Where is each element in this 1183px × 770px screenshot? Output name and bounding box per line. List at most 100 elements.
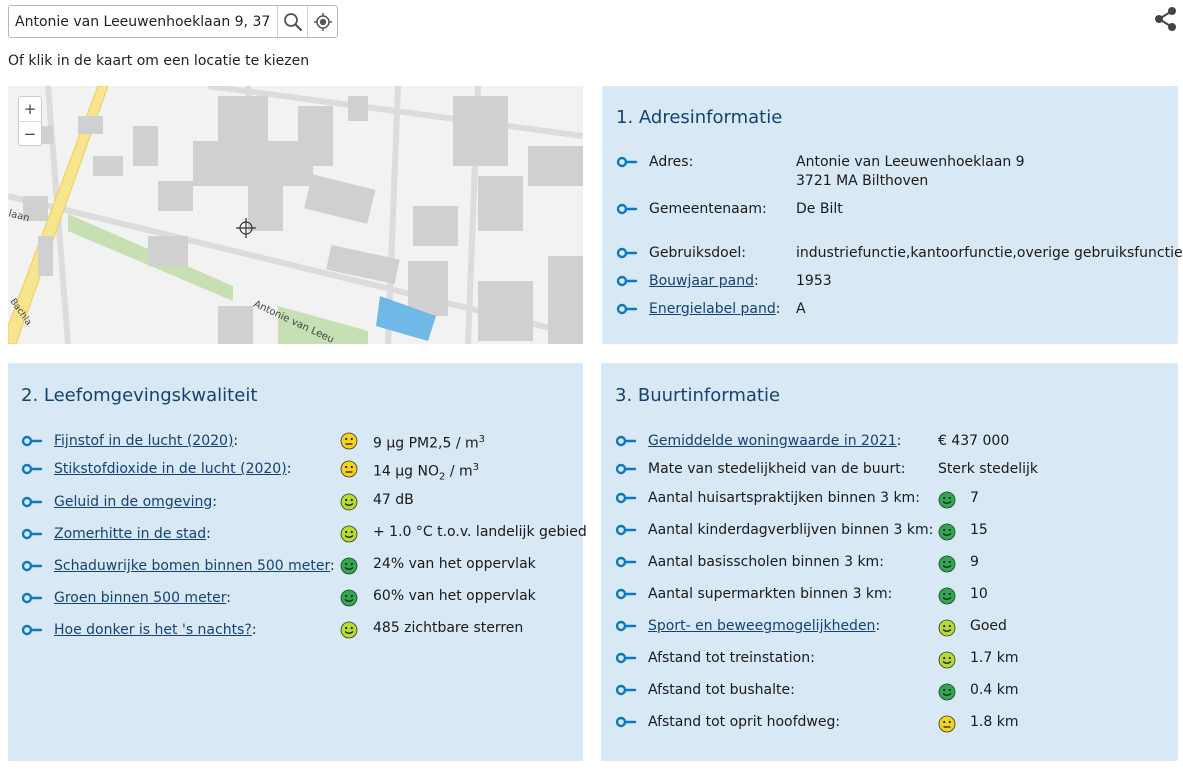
- row-value: Goed: [970, 617, 1007, 636]
- row-value: Antonie van Leeuwenhoeklaan 9 3721 MA Bil…: [796, 153, 1025, 191]
- label-suffix: :: [226, 590, 232, 606]
- row-value: 47 dB: [373, 491, 414, 510]
- label-suffix: :: [775, 301, 781, 317]
- smiley-green-icon: [340, 557, 358, 575]
- info-link[interactable]: Sport- en beweegmogelijkheden: [648, 618, 875, 634]
- row-label: Afstand tot treinstation:: [648, 649, 815, 668]
- arrow-bullet-icon: [615, 684, 637, 696]
- row-value: industriefunctie,kantoorfunctie,overige …: [796, 244, 1183, 263]
- value-line: De Bilt: [796, 201, 843, 217]
- arrow-bullet-icon: [615, 588, 637, 600]
- info-link[interactable]: Geluid in de omgeving: [54, 494, 212, 510]
- indicator-row: Fijnstof in de lucht (2020): 9 µg PM2,5 /…: [21, 432, 576, 456]
- value-text: 1.7 km: [970, 650, 1019, 666]
- locate-button[interactable]: [307, 6, 337, 37]
- row-label: Aantal supermarkten binnen 3 km:: [648, 585, 892, 604]
- row-value: A: [796, 300, 806, 319]
- value-line: 1953: [796, 273, 832, 289]
- arrow-bullet-icon: [615, 620, 637, 632]
- label-text: Afstand tot bushalte:: [648, 682, 795, 698]
- label-suffix: :: [251, 622, 257, 638]
- row-value: 1.7 km: [970, 649, 1018, 668]
- row-label: Hoe donker is het 's nachts?:: [54, 621, 257, 640]
- arrow-bullet-icon: [21, 528, 43, 540]
- info-row: Energielabel pand: A: [616, 300, 1166, 340]
- address-info-panel: 1. Adresinformatie Adres: Antonie van Lee…: [602, 86, 1183, 344]
- smiley-lime-icon: [938, 619, 956, 637]
- panel-title: 2. Leefomgevingskwaliteit: [21, 385, 258, 406]
- info-link[interactable]: Gemiddelde woningwaarde in 2021: [648, 433, 897, 449]
- crosshair-icon: [313, 12, 332, 31]
- arrow-bullet-icon: [615, 652, 637, 664]
- smiley-green-icon: [938, 555, 956, 573]
- row-value: 24% van het oppervlak: [373, 555, 536, 574]
- neighbourhood-row: Afstand tot oprit hoofdweg: 1.8 km: [615, 713, 1170, 737]
- row-value: 9 µg PM2,5 / m3: [373, 430, 485, 454]
- panel-title: 3. Buurtinformatie: [615, 385, 781, 406]
- row-label: Bouwjaar pand:: [649, 272, 759, 291]
- row-value: 1953: [796, 272, 832, 291]
- row-label: Aantal huisartspraktijken binnen 3 km:: [648, 489, 920, 508]
- row-label: Schaduwrijke bomen binnen 500 meter:: [54, 557, 335, 576]
- smiley-green-icon: [938, 523, 956, 541]
- info-link[interactable]: Zomerhitte in de stad: [54, 526, 206, 542]
- row-label: Zomerhitte in de stad:: [54, 525, 211, 544]
- smiley-yellow-icon: [938, 715, 956, 733]
- value-text: 14 µg NO: [373, 463, 440, 480]
- arrow-bullet-icon: [616, 275, 638, 287]
- share-icon: [1155, 7, 1176, 31]
- indicator-row: Schaduwrijke bomen binnen 500 meter: 24% …: [21, 555, 576, 581]
- row-label: Adres:: [649, 153, 693, 172]
- value-line: A: [796, 301, 806, 317]
- search-button[interactable]: [277, 6, 307, 37]
- info-row: Adres: Antonie van Leeuwenhoeklaan 9 3721 …: [616, 153, 1166, 193]
- value-text: 1.8 km: [970, 714, 1019, 730]
- panel-title: 1. Adresinformatie: [616, 107, 783, 128]
- label-text: Aantal kinderdagverblijven binnen 3 km:: [648, 522, 934, 538]
- zoom-in-button[interactable]: +: [19, 97, 41, 121]
- value-superscript: 3: [478, 434, 486, 445]
- label-suffix: :: [875, 618, 881, 634]
- arrow-bullet-icon: [615, 524, 637, 536]
- neighbourhood-row: Afstand tot bushalte: 0.4 km: [615, 681, 1170, 705]
- label-text: Aantal basisscholen binnen 3 km:: [648, 554, 884, 570]
- map[interactable]: laan Antonie van Leeu Bachla + −: [8, 86, 583, 344]
- arrow-bullet-icon: [21, 496, 43, 508]
- zoom-out-button[interactable]: −: [19, 121, 41, 145]
- arrow-bullet-icon: [21, 560, 43, 572]
- row-label: Afstand tot bushalte:: [648, 681, 795, 700]
- info-link[interactable]: Fijnstof in de lucht (2020): [54, 433, 233, 449]
- label-text: Gebruiksdoel:: [649, 245, 746, 261]
- info-row: Gemeentenaam: De Bilt: [616, 200, 1166, 240]
- info-link[interactable]: Stikstofdioxide in de lucht (2020): [54, 461, 287, 477]
- info-link[interactable]: Energielabel pand: [649, 301, 776, 317]
- label-suffix: :: [896, 433, 902, 449]
- value-line: Antonie van Leeuwenhoeklaan 9: [796, 154, 1025, 170]
- arrow-bullet-icon: [615, 492, 637, 504]
- row-value: 60% van het oppervlak: [373, 587, 536, 606]
- row-label: Mate van stedelijkheid van de buurt:: [648, 460, 906, 479]
- arrow-bullet-icon: [616, 203, 638, 215]
- info-link[interactable]: Schaduwrijke bomen binnen 500 meter: [54, 558, 330, 574]
- row-label: Geluid in de omgeving:: [54, 493, 217, 512]
- share-button[interactable]: [1153, 6, 1179, 32]
- smiley-yellow-icon: [340, 432, 358, 450]
- zoom-control: + −: [18, 96, 42, 146]
- info-link[interactable]: Bouwjaar pand: [649, 273, 754, 289]
- smiley-green-icon: [938, 683, 956, 701]
- value-text-b: / m: [445, 463, 473, 480]
- label-text: Adres:: [649, 154, 694, 170]
- row-value: + 1.0 °C t.o.v. landelijk gebied: [373, 523, 587, 542]
- address-search-input[interactable]: [9, 6, 277, 37]
- arrow-bullet-icon: [615, 435, 637, 447]
- indicator-row: Geluid in de omgeving: 47 dB: [21, 491, 576, 517]
- map-canvas[interactable]: laan Antonie van Leeu Bachla: [8, 86, 583, 344]
- label-text: Gemeentenaam:: [649, 201, 767, 217]
- smiley-green-icon: [938, 587, 956, 605]
- info-link[interactable]: Hoe donker is het 's nachts?: [54, 622, 252, 638]
- row-label: Gemiddelde woningwaarde in 2021:: [648, 432, 901, 451]
- value-text: € 437 000: [938, 433, 1010, 449]
- value-text: 485 zichtbare sterren: [373, 620, 524, 636]
- info-link[interactable]: Groen binnen 500 meter: [54, 590, 226, 606]
- neighbourhood-info-panel: 3. Buurtinformatie Gemiddelde woningwaar…: [601, 363, 1178, 761]
